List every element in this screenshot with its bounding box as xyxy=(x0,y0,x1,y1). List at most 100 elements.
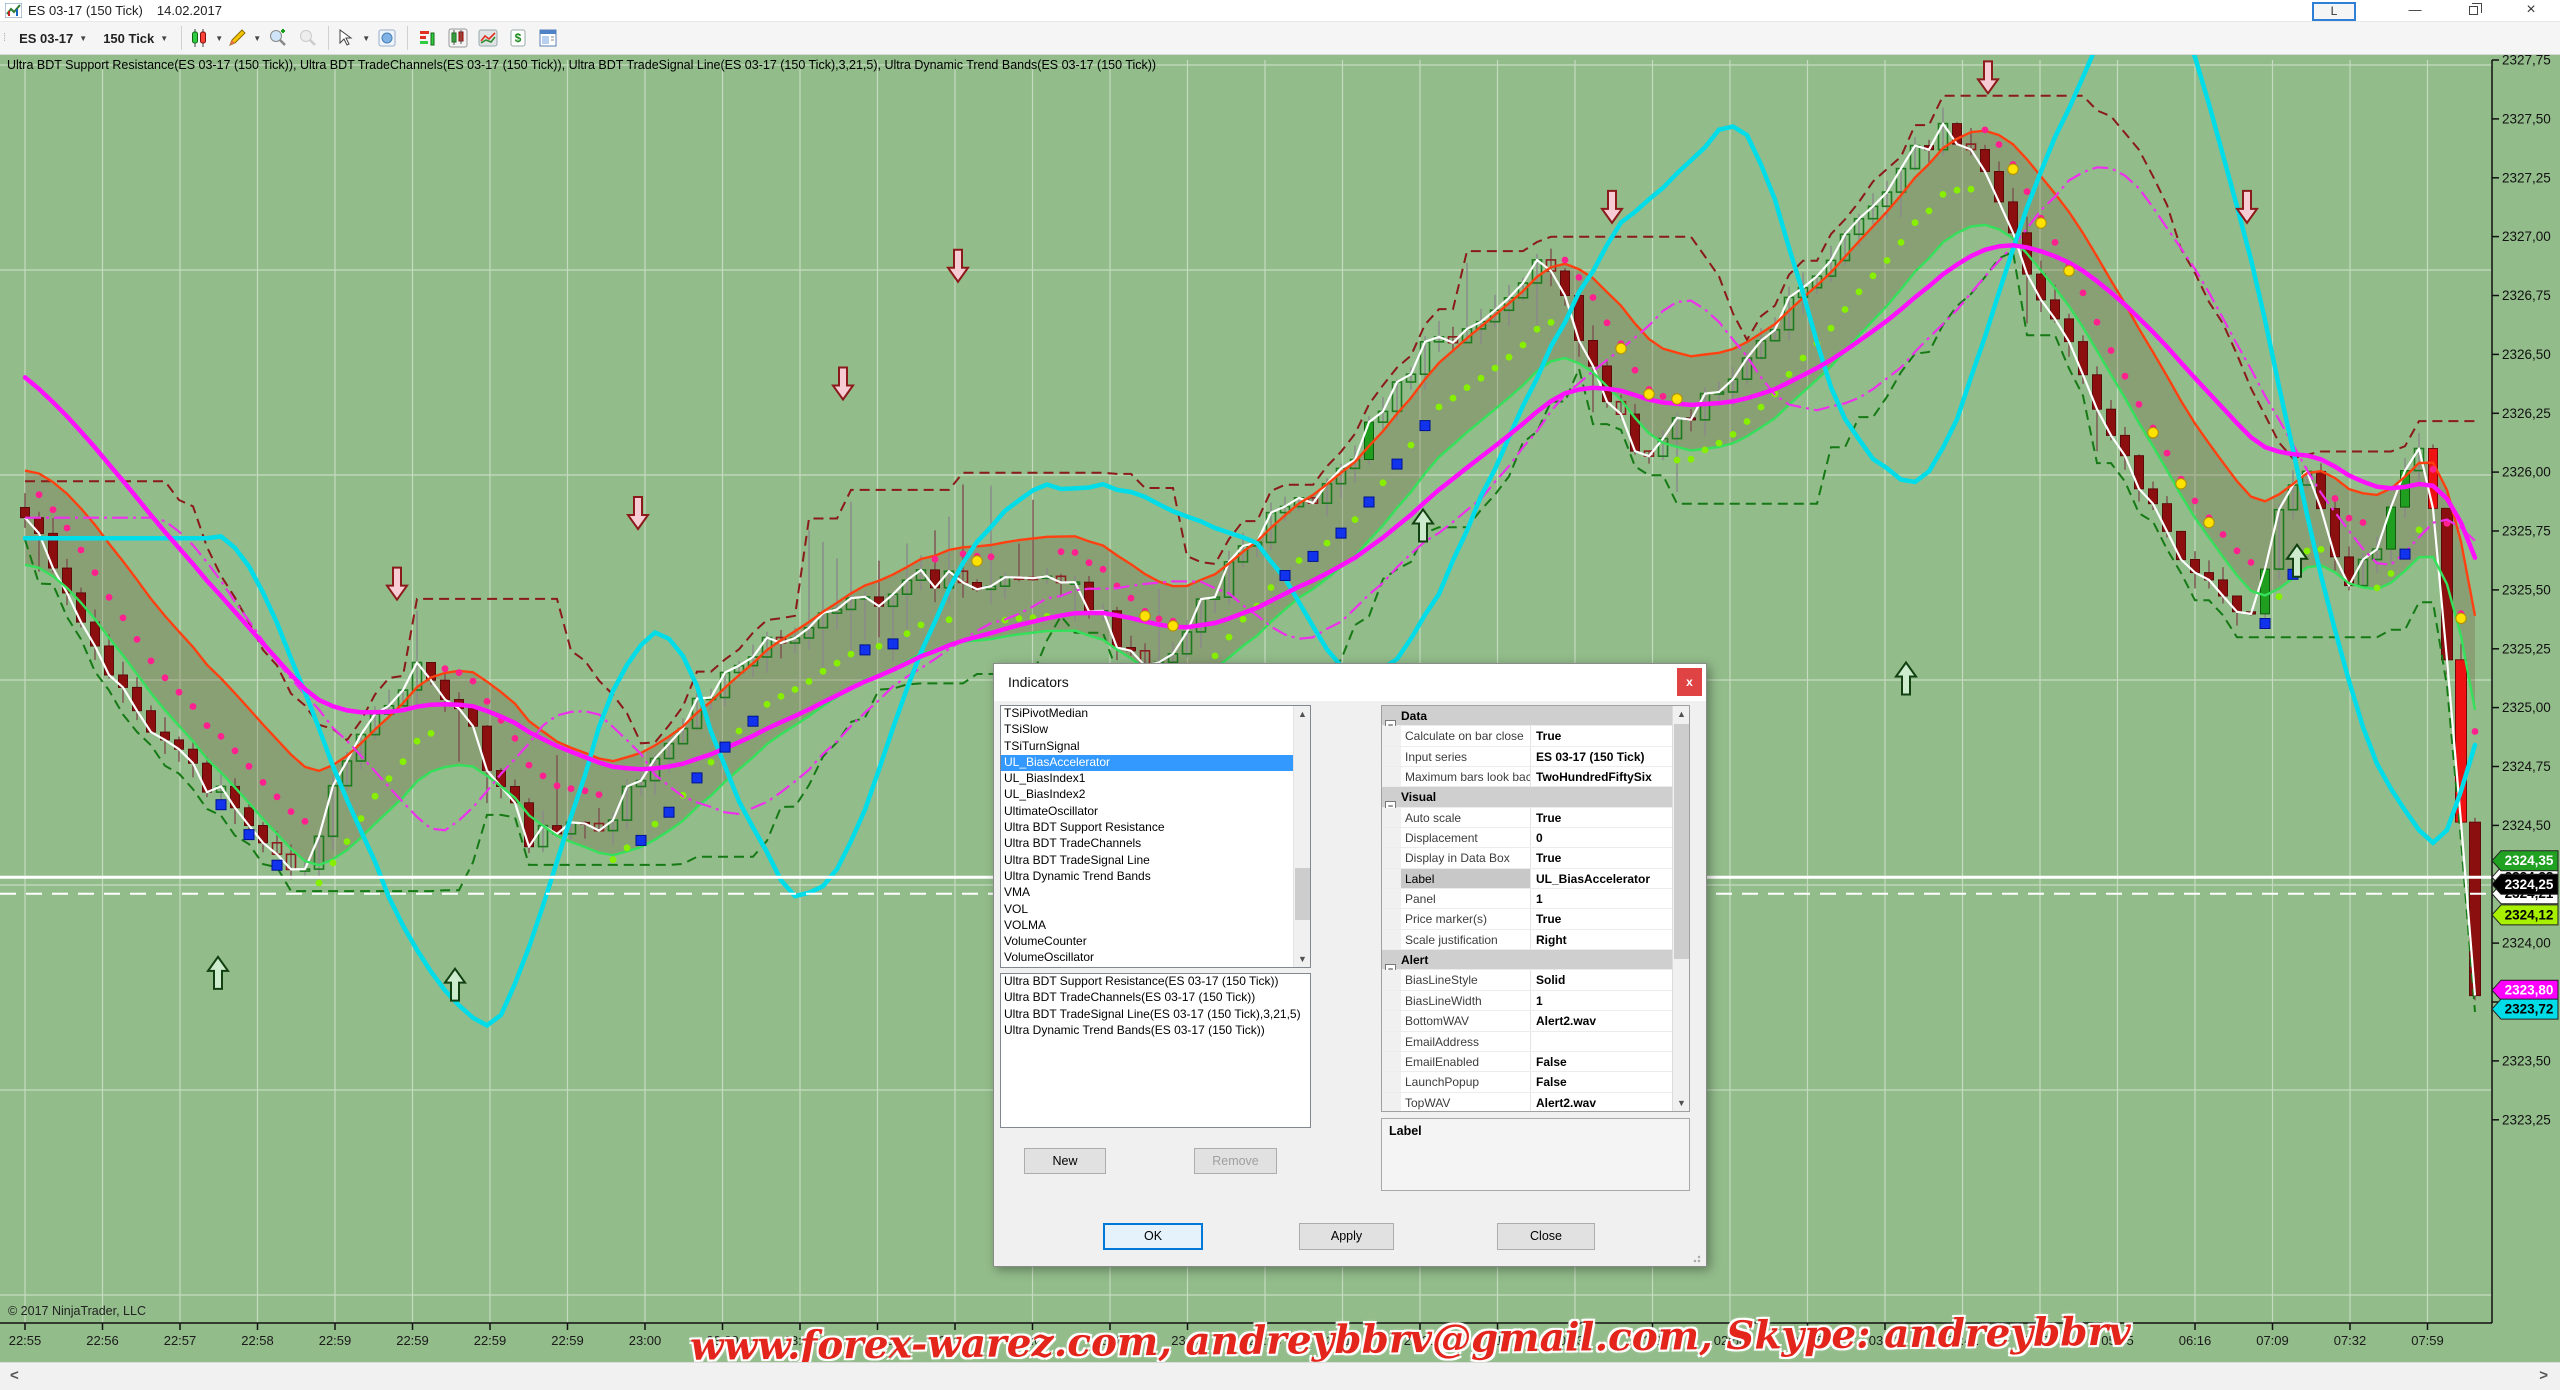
link-button[interactable]: L xyxy=(2312,2,2356,21)
property-row[interactable]: Price marker(s)True xyxy=(1382,909,1689,929)
chart-panel[interactable]: 2327,752327,502327,252327,002326,752326,… xyxy=(0,55,2560,1362)
property-value[interactable] xyxy=(1531,1032,1689,1051)
property-value[interactable]: True xyxy=(1531,726,1689,745)
dialog-title-bar[interactable]: Indicators x xyxy=(994,664,1706,701)
property-value[interactable]: Alert2.wav xyxy=(1531,1011,1689,1030)
maximize-button[interactable] xyxy=(2444,0,2502,22)
property-group-row[interactable]: −Data xyxy=(1382,706,1689,726)
indicator-list-item[interactable]: Ultra BDT TradeChannels xyxy=(1001,836,1293,852)
indicator-list-item[interactable]: VolumeOscillator xyxy=(1001,950,1293,966)
zoom-in-button[interactable] xyxy=(263,24,293,52)
property-row[interactable]: BottomWAVAlert2.wav xyxy=(1382,1011,1689,1031)
property-row[interactable]: BiasLineWidth1 xyxy=(1382,991,1689,1011)
property-grid[interactable]: −DataCalculate on bar closeTrueInput ser… xyxy=(1381,705,1690,1112)
indicators-dialog: Indicators x TSiPivotMedianTSiSlowTSiTur… xyxy=(993,663,1707,1267)
property-row[interactable]: LabelUL_BiasAccelerator xyxy=(1382,869,1689,889)
close-button[interactable]: × xyxy=(2502,0,2560,22)
scroll-up-icon[interactable]: ▲ xyxy=(1673,706,1690,722)
indicator-list-item[interactable]: VolumeCounter xyxy=(1001,934,1293,950)
available-list-scrollbar[interactable]: ▲ ▼ xyxy=(1293,706,1310,967)
configured-indicator-item[interactable]: Ultra BDT Support Resistance(ES 03-17 (1… xyxy=(1001,974,1310,990)
indicator-list-item[interactable]: TSiPivotMedian xyxy=(1001,706,1293,722)
property-value[interactable]: UL_BiasAccelerator xyxy=(1531,869,1689,888)
line-chart-button[interactable] xyxy=(473,24,503,52)
property-row[interactable]: Displacement0 xyxy=(1382,828,1689,848)
configured-indicator-item[interactable]: Ultra BDT TradeChannels(ES 03-17 (150 Ti… xyxy=(1001,990,1310,1006)
property-row[interactable]: BiasLineStyleSolid xyxy=(1382,970,1689,990)
drawing-tools-button[interactable]: ▼ xyxy=(225,24,263,52)
property-value[interactable]: 1 xyxy=(1531,991,1689,1010)
property-value[interactable]: False xyxy=(1531,1072,1689,1091)
window-title: ES 03-17 (150 Tick) xyxy=(28,3,143,18)
scroll-left-icon[interactable]: < xyxy=(10,1367,19,1384)
data-box-button[interactable] xyxy=(372,24,402,52)
minimize-button[interactable]: — xyxy=(2386,0,2444,22)
property-row[interactable]: Display in Data BoxTrue xyxy=(1382,848,1689,868)
indicator-list-item[interactable]: TSiTurnSignal xyxy=(1001,739,1293,755)
remove-button[interactable]: Remove xyxy=(1194,1148,1277,1174)
interval-selector[interactable]: 150 Tick ▼ xyxy=(95,25,176,51)
property-row[interactable]: LaunchPopupFalse xyxy=(1382,1072,1689,1092)
chart-style-button[interactable]: ▼ xyxy=(187,24,225,52)
panel-window-button[interactable] xyxy=(533,24,563,52)
indicator-list-item[interactable]: UL_BiasAccelerator xyxy=(1001,755,1293,771)
indicator-list-item[interactable]: Ultra BDT TradeSignal Line xyxy=(1001,853,1293,869)
property-grid-scrollbar[interactable]: ▲ ▼ xyxy=(1672,706,1689,1111)
property-row[interactable]: Scale justificationRight xyxy=(1382,930,1689,950)
available-indicators-list[interactable]: TSiPivotMedianTSiSlowTSiTurnSignalUL_Bia… xyxy=(1000,705,1311,968)
scroll-down-icon[interactable]: ▼ xyxy=(1294,951,1311,967)
scrollbar-thumb[interactable] xyxy=(1674,724,1689,959)
property-row[interactable]: Auto scaleTrue xyxy=(1382,808,1689,828)
configured-indicator-item[interactable]: Ultra BDT TradeSignal Line(ES 03-17 (150… xyxy=(1001,1007,1310,1023)
property-value[interactable]: Solid xyxy=(1531,970,1689,989)
market-depth-button[interactable] xyxy=(413,24,443,52)
dialog-close-button[interactable]: x xyxy=(1677,668,1702,696)
property-value[interactable]: True xyxy=(1531,909,1689,928)
property-row[interactable]: TopWAVAlert2.wav xyxy=(1382,1093,1689,1112)
cursor-button[interactable]: ▼ xyxy=(334,24,372,52)
property-row[interactable]: Maximum bars look backTwoHundredFiftySix xyxy=(1382,767,1689,787)
scrollbar-thumb[interactable] xyxy=(1295,868,1310,920)
indicator-list-item[interactable]: VOLMA xyxy=(1001,918,1293,934)
toolbar-grip[interactable]: ⁞ xyxy=(3,32,5,44)
account-dollar-button[interactable]: $ xyxy=(503,24,533,52)
indicator-list-item[interactable]: VMA xyxy=(1001,885,1293,901)
scroll-up-icon[interactable]: ▲ xyxy=(1294,706,1311,722)
close-dialog-button[interactable]: Close xyxy=(1497,1223,1595,1250)
configured-indicators-list[interactable]: Ultra BDT Support Resistance(ES 03-17 (1… xyxy=(1000,973,1311,1128)
indicator-list-item[interactable]: UL_BiasIndex1 xyxy=(1001,771,1293,787)
indicator-list-item[interactable]: UltimateOscillator xyxy=(1001,804,1293,820)
property-value[interactable]: ES 03-17 (150 Tick) xyxy=(1531,747,1689,766)
indicator-list-item[interactable]: Ultra BDT Support Resistance xyxy=(1001,820,1293,836)
property-group-row[interactable]: −Visual xyxy=(1382,787,1689,807)
dialog-resize-grip[interactable] xyxy=(1693,1253,1703,1263)
horizontal-scrollbar[interactable]: < > xyxy=(0,1362,2560,1390)
chart-trader-button[interactable] xyxy=(443,24,473,52)
indicator-list-item[interactable]: TSiSlow xyxy=(1001,722,1293,738)
new-button[interactable]: New xyxy=(1024,1148,1106,1174)
property-row[interactable]: Panel1 xyxy=(1382,889,1689,909)
property-row[interactable]: Input seriesES 03-17 (150 Tick) xyxy=(1382,747,1689,767)
property-value[interactable]: True xyxy=(1531,808,1689,827)
property-row[interactable]: EmailAddress xyxy=(1382,1032,1689,1052)
property-value[interactable]: Right xyxy=(1531,930,1689,949)
indicator-list-item[interactable]: Ultra Dynamic Trend Bands xyxy=(1001,869,1293,885)
indicator-list-item[interactable]: UL_BiasIndex2 xyxy=(1001,787,1293,803)
configured-indicator-item[interactable]: Ultra Dynamic Trend Bands(ES 03-17 (150 … xyxy=(1001,1023,1310,1039)
zoom-out-button[interactable] xyxy=(293,24,323,52)
property-row[interactable]: EmailEnabledFalse xyxy=(1382,1052,1689,1072)
indicator-list-item[interactable]: VOL xyxy=(1001,902,1293,918)
property-group-row[interactable]: −Alert xyxy=(1382,950,1689,970)
property-value[interactable]: True xyxy=(1531,848,1689,867)
property-value[interactable]: 1 xyxy=(1531,889,1689,908)
property-value[interactable]: Alert2.wav xyxy=(1531,1093,1689,1112)
property-value[interactable]: TwoHundredFiftySix xyxy=(1531,767,1689,786)
instrument-selector[interactable]: ES 03-17 ▼ xyxy=(11,25,95,51)
property-value[interactable]: 0 xyxy=(1531,828,1689,847)
scroll-down-icon[interactable]: ▼ xyxy=(1673,1095,1690,1111)
scroll-right-icon[interactable]: > xyxy=(2539,1367,2548,1384)
ok-button[interactable]: OK xyxy=(1103,1223,1203,1250)
apply-button[interactable]: Apply xyxy=(1299,1223,1394,1250)
property-row[interactable]: Calculate on bar closeTrue xyxy=(1382,726,1689,746)
property-value[interactable]: False xyxy=(1531,1052,1689,1071)
